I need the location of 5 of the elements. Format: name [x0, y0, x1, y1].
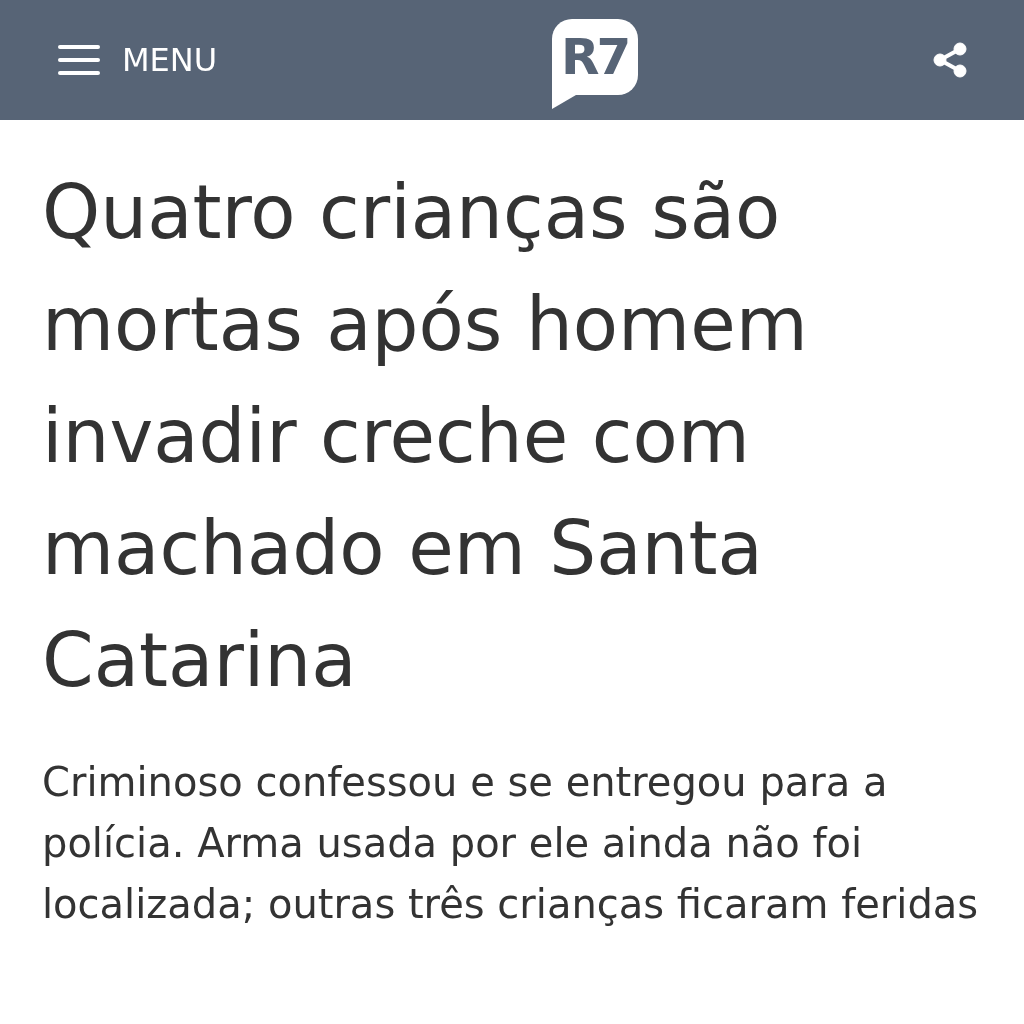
- share-icon[interactable]: [932, 42, 968, 78]
- article-headline: Quatro crianças são mortas após homem invadir creche com machado em Santa Catarina: [42, 168, 809, 705]
- menu-icon: [58, 45, 100, 75]
- article-subheadline: Criminoso confessou e se entregou para a polícia. Arma usada por ele ainda não foi localizada; outras três crianças ficaram feridas: [42, 758, 980, 929]
- menu-button[interactable]: MENU: [58, 36, 218, 84]
